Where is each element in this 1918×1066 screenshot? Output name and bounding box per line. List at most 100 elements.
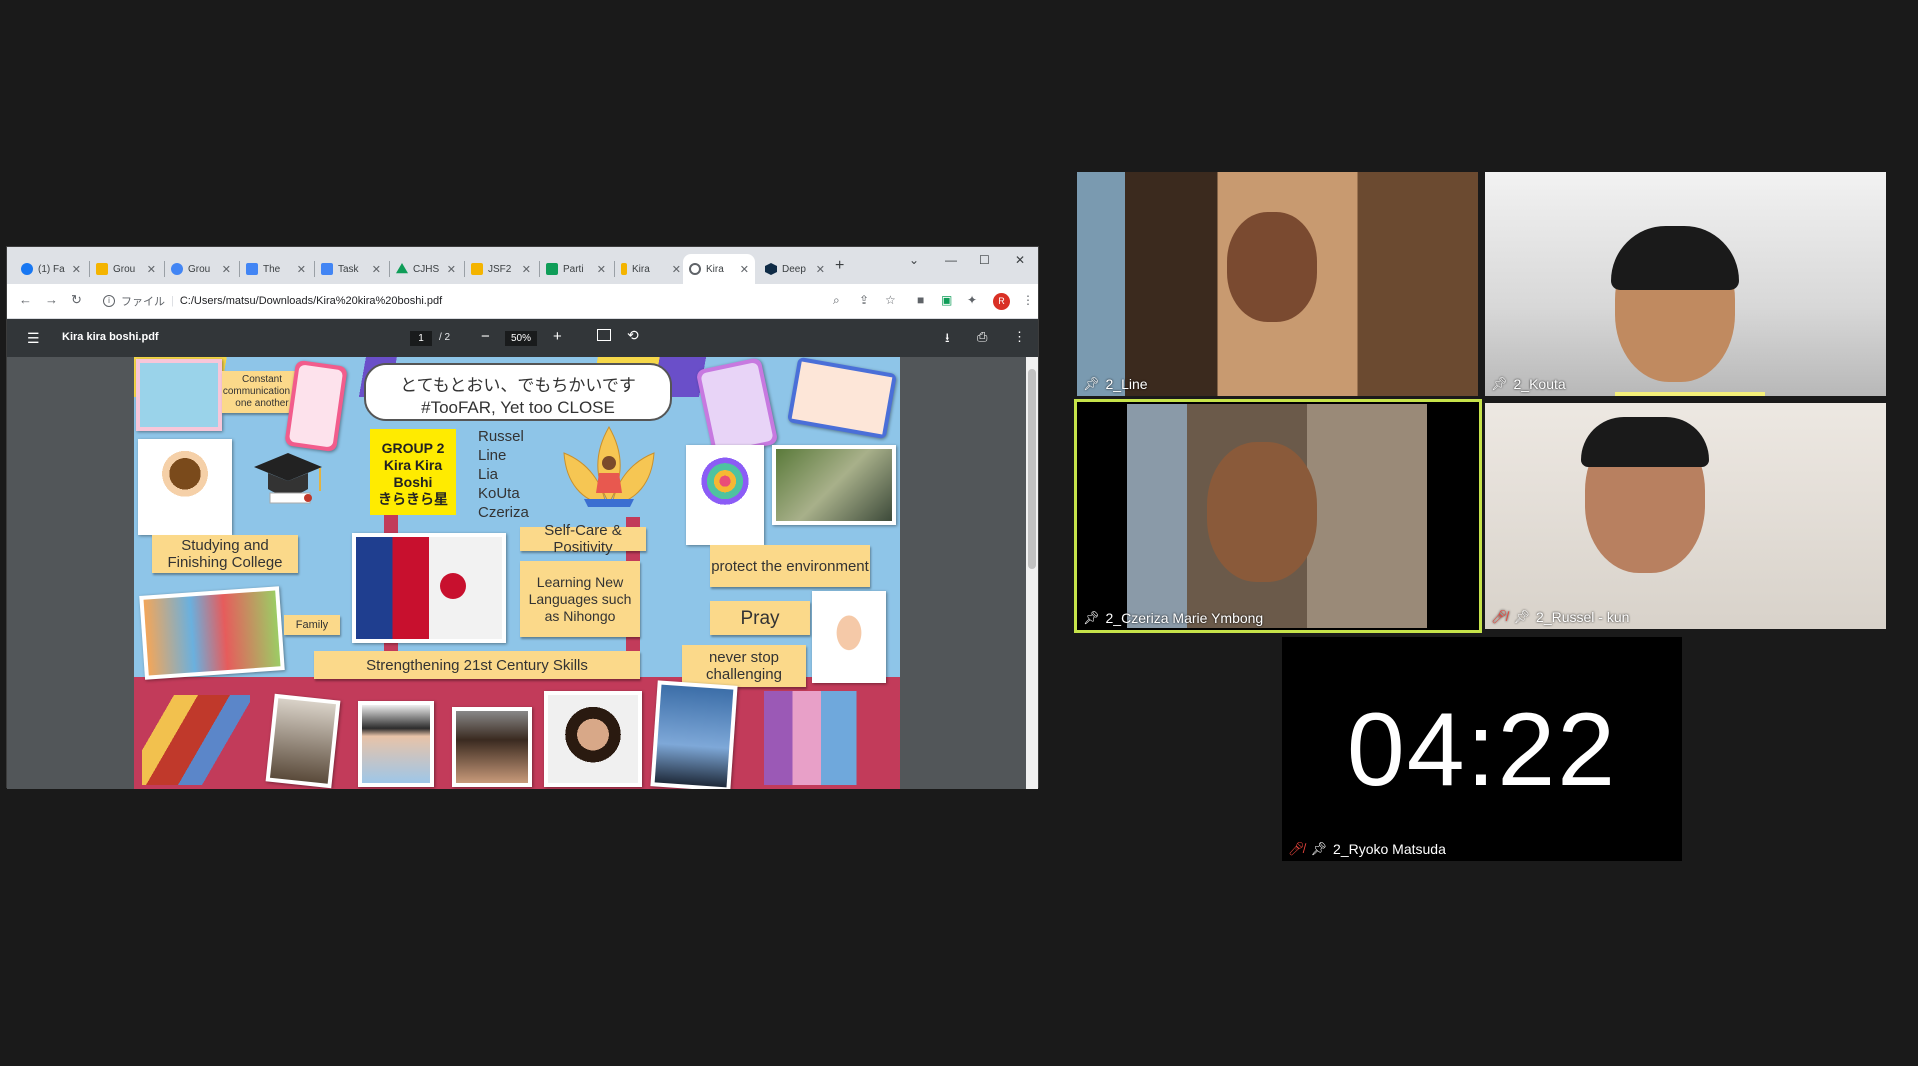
participant-name: 2_Kouta [1513,376,1566,392]
close-icon[interactable]: ✕ [522,263,531,276]
dancers-illustration [138,691,254,789]
tab-kira-pdf-active[interactable]: Kira ✕ [683,254,755,284]
video-tile-ryoko[interactable]: 04:22 🎤︎̸ 📌︎ 2_Ryoko Matsuda [1282,637,1682,861]
video-tile-czeriza-active-speaker[interactable]: 📌︎ 2_Czeriza Marie Ymbong [1074,399,1482,633]
poster-page: Constant communication to one another とて… [134,357,900,789]
title-jp: とてもとおい、でもちかいです [400,376,636,395]
slides-icon [471,263,483,275]
pin-icon[interactable]: 📌︎ [1083,610,1100,626]
pin-icon[interactable]: 📌︎ [1083,376,1100,392]
participant-name: 2_Russel - kun [1536,609,1630,625]
info-icon[interactable]: i [103,295,115,307]
classroom-extension-icon[interactable]: ▣ [941,293,952,307]
title-bubble: とてもとおい、でもちかいです #TooFAR, Yet too CLOSE [364,363,672,421]
pin-icon[interactable]: 📌︎ [1311,841,1328,857]
close-icon[interactable]: ✕ [372,263,381,276]
video-call-illustration [136,359,222,431]
puzzle-extensions-icon[interactable]: ✦ [967,293,977,307]
back-button[interactable]: ← [19,292,32,307]
tab-tasks[interactable]: Task ✕ [315,254,387,284]
pin-icon[interactable]: 📌︎ [1514,609,1531,625]
hands-tree-illustration [686,445,764,545]
close-icon[interactable]: ✕ [222,263,231,276]
extension-icon[interactable]: ■ [917,293,924,307]
close-icon[interactable]: ✕ [297,263,306,276]
zoom-in-button[interactable]: + [553,328,562,345]
rotate-icon[interactable]: ⟲ [627,327,639,344]
hamburger-menu-icon[interactable]: ☰ [27,330,40,347]
chrome-icon [171,263,183,275]
new-tab-button[interactable]: + [835,257,844,275]
praying-hands-illustration [812,591,886,683]
fit-page-icon[interactable] [597,329,611,341]
close-icon[interactable]: ✕ [147,263,156,276]
mic-muted-icon: 🎤︎̸ [1491,609,1508,624]
browser-menu-icon[interactable]: ⋮ [1022,293,1034,307]
label-family: Family [284,615,340,635]
close-icon[interactable]: ✕ [447,263,456,276]
pdf-scrollbar[interactable] [1026,357,1038,789]
browser-toolbar: ← → ↻ i ファイル | C:/Users/matsu/Downloads/… [7,284,1038,319]
tab-group-chrome[interactable]: Grou ✕ [165,254,237,284]
close-icon[interactable]: ✕ [597,263,606,276]
mic-muted-icon: 🎤︎̸ [1288,841,1305,856]
zoom-level-input[interactable]: 50% [505,331,537,346]
label-languages: Learning New Languages such as Nihongo [520,561,640,637]
studying-girl-illustration [138,439,232,535]
graduation-cap-illustration [250,447,326,507]
address-bar[interactable]: i ファイル | C:/Users/matsu/Downloads/Kira%2… [97,289,857,313]
gardening-photo [772,445,896,525]
maximize-button[interactable]: ☐ [979,253,990,267]
label-studying: Studying and Finishing College [152,535,298,573]
tab-participants[interactable]: Parti ✕ [540,254,612,284]
label-environment: protect the environment [710,545,870,587]
slides-icon [96,263,108,275]
print-icon[interactable]: ⎙ [977,329,987,345]
group-title-box: GROUP 2 Kira Kira Boshi きらきら星 [370,429,456,515]
calendar-icon [246,263,258,275]
facebook-icon [21,263,33,275]
tab-jsf2[interactable]: JSF2 ✕ [465,254,537,284]
docs-icon [321,263,333,275]
download-icon[interactable]: ⭳ [945,329,950,351]
close-icon[interactable]: ✕ [672,263,681,276]
tab-kira-pen[interactable]: Kira ✕ [615,254,687,284]
video-tile-line[interactable]: 📌︎ 2_Line [1077,172,1478,396]
close-icon[interactable]: ✕ [72,263,81,276]
pdf-viewport[interactable]: Constant communication to one another とて… [7,357,1038,789]
profile-avatar[interactable]: R [993,293,1010,310]
close-window-button[interactable]: ✕ [1015,253,1025,267]
zoom-icon[interactable]: ⌕ [833,293,840,308]
minimize-button[interactable]: — [945,253,957,267]
member-photo-5 [650,680,738,789]
bookmark-star-icon[interactable]: ☆ [885,293,896,307]
scrollbar-thumb[interactable] [1028,369,1036,569]
kimono-illustration [746,687,896,789]
video-tile-kouta[interactable]: 📌︎ 2_Kouta [1485,172,1886,396]
lotus-meditation-illustration [544,423,674,515]
tab-search-chevron-icon[interactable]: ⌄ [909,253,919,267]
browser-window: (1) Fa ✕ Grou ✕ Grou ✕ The ✕ Task ✕ CJHS ✕ JSF… [6,246,1039,789]
family-illustration [139,586,285,680]
participant-name: 2_Line [1105,376,1148,392]
forward-button[interactable]: → [45,292,58,307]
more-options-icon[interactable]: ⋮ [1013,329,1026,345]
tab-deepl[interactable]: Deep ✕ [759,254,831,284]
close-icon[interactable]: ✕ [740,263,749,276]
member-photo-3 [452,707,532,787]
participant-name: 2_Ryoko Matsuda [1333,841,1446,857]
label-skills: Strengthening 21st Century Skills [314,651,640,679]
zoom-out-button[interactable]: − [481,328,490,345]
close-icon[interactable]: ✕ [816,263,825,276]
reload-button[interactable]: ↻ [71,292,82,308]
tab-group-slides[interactable]: Grou ✕ [90,254,162,284]
tab-cjhs[interactable]: CJHS ✕ [390,254,462,284]
label-pray: Pray [710,601,810,635]
tab-the[interactable]: The ✕ [240,254,312,284]
tab-facebook[interactable]: (1) Fa ✕ [15,254,87,284]
pin-icon[interactable]: 📌︎ [1491,376,1508,392]
page-number-input[interactable]: 1 [410,331,432,346]
participant-video [1227,212,1317,322]
share-icon[interactable]: ⇪ [859,293,869,307]
video-tile-russel[interactable]: 🎤︎̸ 📌︎ 2_Russel - kun [1485,403,1886,629]
